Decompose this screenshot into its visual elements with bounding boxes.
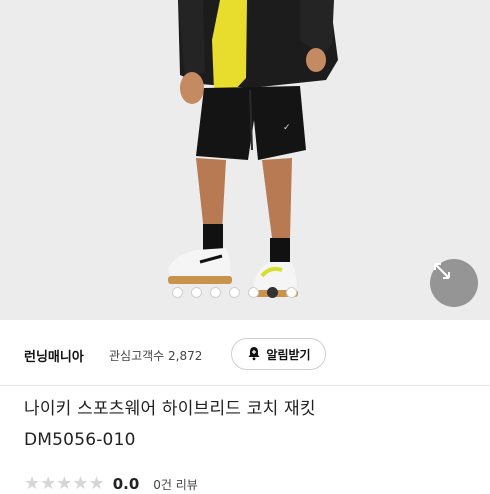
rating-summary[interactable]: ★★★★★ 0.0 0건 리뷰 — [24, 474, 198, 494]
product-image[interactable]: ✓ — [0, 0, 490, 320]
alarm-button-label: 알림받기 — [266, 347, 311, 362]
svg-text:✓: ✓ — [283, 123, 291, 133]
carousel-dot[interactable] — [229, 287, 240, 298]
product-title-line: 나이키 스포츠웨어 하이브리드 코치 재킷 — [24, 399, 316, 419]
carousel-dot[interactable] — [191, 287, 202, 298]
product-title: 나이키 스포츠웨어 하이브리드 코치 재킷 DM5056-010 — [24, 394, 464, 456]
product-photo-illustration: ✓ — [0, 0, 490, 320]
expand-image-button[interactable] — [430, 259, 478, 307]
store-name[interactable]: 런닝매니아 — [24, 346, 84, 365]
star-rating-icon: ★★★★★ — [24, 473, 105, 494]
carousel-dot[interactable] — [248, 287, 259, 298]
product-model-number: DM5056-010 — [24, 430, 136, 450]
carousel-indicator — [172, 287, 297, 298]
carousel-dot[interactable] — [286, 287, 297, 298]
carousel-dot[interactable] — [172, 287, 183, 298]
bell-plus-icon — [246, 345, 262, 364]
divider — [0, 385, 490, 386]
store-followers: 관심고객수 2,872 — [109, 349, 203, 363]
carousel-dot-active[interactable] — [267, 287, 278, 298]
alarm-subscribe-button[interactable]: 알림받기 — [231, 338, 326, 370]
carousel-dot[interactable] — [210, 287, 221, 298]
rating-score: 0.0 — [112, 475, 140, 493]
